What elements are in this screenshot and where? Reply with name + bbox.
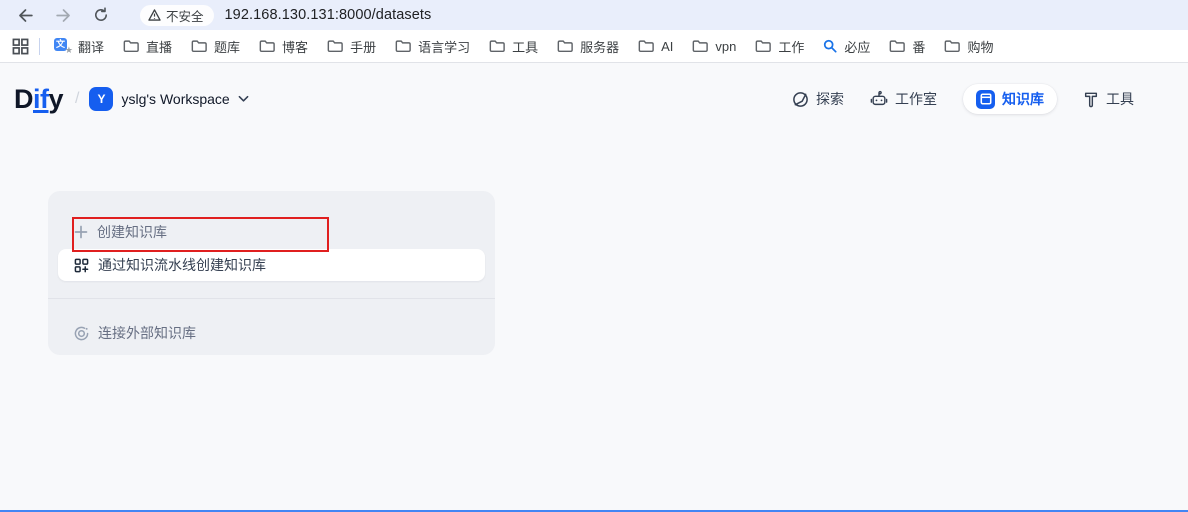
bookmark-item[interactable]: AI (638, 39, 673, 54)
connect-external-icon (74, 326, 89, 341)
create-from-pipeline-button[interactable]: 通过知识流水线创建知识库 (58, 249, 485, 281)
nav-explore[interactable]: 探索 (792, 89, 844, 109)
dify-app: Dify / Y yslg's Workspace 探索 工作室 知识库 (0, 64, 1188, 512)
nav-tools[interactable]: 工具 (1083, 89, 1134, 109)
nav-studio[interactable]: 工作室 (870, 89, 937, 109)
refresh-icon (93, 7, 109, 23)
create-from-pipeline-label: 通过知识流水线创建知识库 (98, 255, 266, 275)
bookmark-label: 番 (912, 37, 925, 56)
workspace-name: yslg's Workspace (121, 91, 229, 107)
create-knowledge-label: 创建知识库 (97, 222, 167, 242)
bookmark-item[interactable]: 语言学习 (395, 37, 470, 56)
bookmark-label: 工具 (512, 37, 538, 56)
connect-external-button[interactable]: 连接外部知识库 (58, 319, 485, 347)
browser-toolbar: 不安全 192.168.130.131:8000/datasets (0, 0, 1188, 30)
bookmarks-bar: 文★ 翻译 直播 题库 博客 手册 语言学习 工具 服务器 AI vpn 工作 … (0, 30, 1188, 63)
search-icon (823, 39, 837, 53)
apps-grid-icon (12, 38, 29, 55)
folder-icon (889, 39, 905, 53)
bookmark-item[interactable]: 购物 (944, 37, 993, 56)
chevron-down-icon (238, 95, 249, 103)
bookmark-item[interactable]: 直播 (123, 37, 172, 56)
translate-icon: 文★ (54, 38, 71, 54)
bookmark-label: 题库 (214, 37, 240, 56)
bookmark-label: 博客 (282, 37, 308, 56)
breadcrumb-slash: / (75, 90, 79, 108)
folder-icon (259, 39, 275, 53)
folder-icon (755, 39, 771, 53)
back-button[interactable] (12, 2, 38, 28)
bookmark-label: vpn (715, 39, 736, 54)
bookmark-label: 翻译 (78, 37, 104, 56)
robot-icon (870, 90, 888, 108)
security-chip[interactable]: 不安全 (140, 5, 214, 26)
folder-icon (944, 39, 960, 53)
bookmark-item[interactable]: 工作 (755, 37, 804, 56)
folder-icon (123, 39, 139, 53)
create-knowledge-card: 创建知识库 通过知识流水线创建知识库 连接外部知识库 (48, 191, 495, 355)
folder-icon (638, 39, 654, 53)
knowledge-book-icon (976, 90, 995, 109)
bookmark-label: 语言学习 (418, 37, 470, 56)
nav-tools-label: 工具 (1106, 89, 1134, 109)
folder-icon (692, 39, 708, 53)
back-arrow-icon (17, 7, 34, 24)
bookmark-label: 工作 (778, 37, 804, 56)
refresh-button[interactable] (88, 2, 114, 28)
bookmark-item[interactable]: 手册 (327, 37, 376, 56)
forward-arrow-icon (55, 7, 72, 24)
explore-compass-icon (792, 91, 809, 108)
plus-icon (74, 225, 88, 239)
bookmarks-divider (39, 38, 40, 55)
bookmark-item[interactable]: 文★ 翻译 (54, 37, 104, 56)
bookmark-item[interactable]: 题库 (191, 37, 240, 56)
bookmark-label: 手册 (350, 37, 376, 56)
folder-icon (327, 39, 343, 53)
bookmark-label: 必应 (844, 37, 870, 56)
forward-button[interactable] (50, 2, 76, 28)
bookmark-item[interactable]: 番 (889, 37, 925, 56)
app-header: Dify / Y yslg's Workspace 探索 工作室 知识库 (0, 64, 1188, 134)
workspace-selector[interactable]: Y yslg's Workspace (89, 87, 248, 111)
warning-triangle-icon (148, 9, 161, 21)
bookmark-item[interactable]: 服务器 (557, 37, 619, 56)
bookmark-item[interactable]: 博客 (259, 37, 308, 56)
url-text[interactable]: 192.168.130.131:8000/datasets (225, 7, 432, 23)
folder-icon (395, 39, 411, 53)
bookmark-label: AI (661, 39, 673, 54)
folder-icon (489, 39, 505, 53)
dify-logo[interactable]: Dify (14, 84, 63, 115)
create-knowledge-button[interactable]: 创建知识库 (58, 215, 485, 249)
bookmark-label: 购物 (967, 37, 993, 56)
pipeline-blocks-icon (74, 258, 89, 273)
nav-studio-label: 工作室 (895, 89, 937, 109)
workspace-avatar: Y (89, 87, 113, 111)
nav-knowledge[interactable]: 知识库 (963, 84, 1057, 114)
security-label: 不安全 (166, 6, 204, 25)
bookmark-item[interactable]: 工具 (489, 37, 538, 56)
main-nav: 探索 工作室 知识库 工具 (792, 84, 1134, 114)
bookmark-item[interactable]: 必应 (823, 37, 870, 56)
apps-grid-button[interactable] (12, 38, 29, 55)
tools-icon (1083, 91, 1099, 108)
bookmark-item[interactable]: vpn (692, 39, 736, 54)
nav-explore-label: 探索 (816, 89, 844, 109)
connect-external-label: 连接外部知识库 (98, 323, 196, 343)
bookmark-list: 文★ 翻译 直播 题库 博客 手册 语言学习 工具 服务器 AI vpn 工作 … (54, 37, 993, 56)
card-divider (48, 298, 495, 299)
folder-icon (191, 39, 207, 53)
bookmark-label: 服务器 (580, 37, 619, 56)
nav-knowledge-label: 知识库 (1002, 89, 1044, 109)
folder-icon (557, 39, 573, 53)
bookmark-label: 直播 (146, 37, 172, 56)
